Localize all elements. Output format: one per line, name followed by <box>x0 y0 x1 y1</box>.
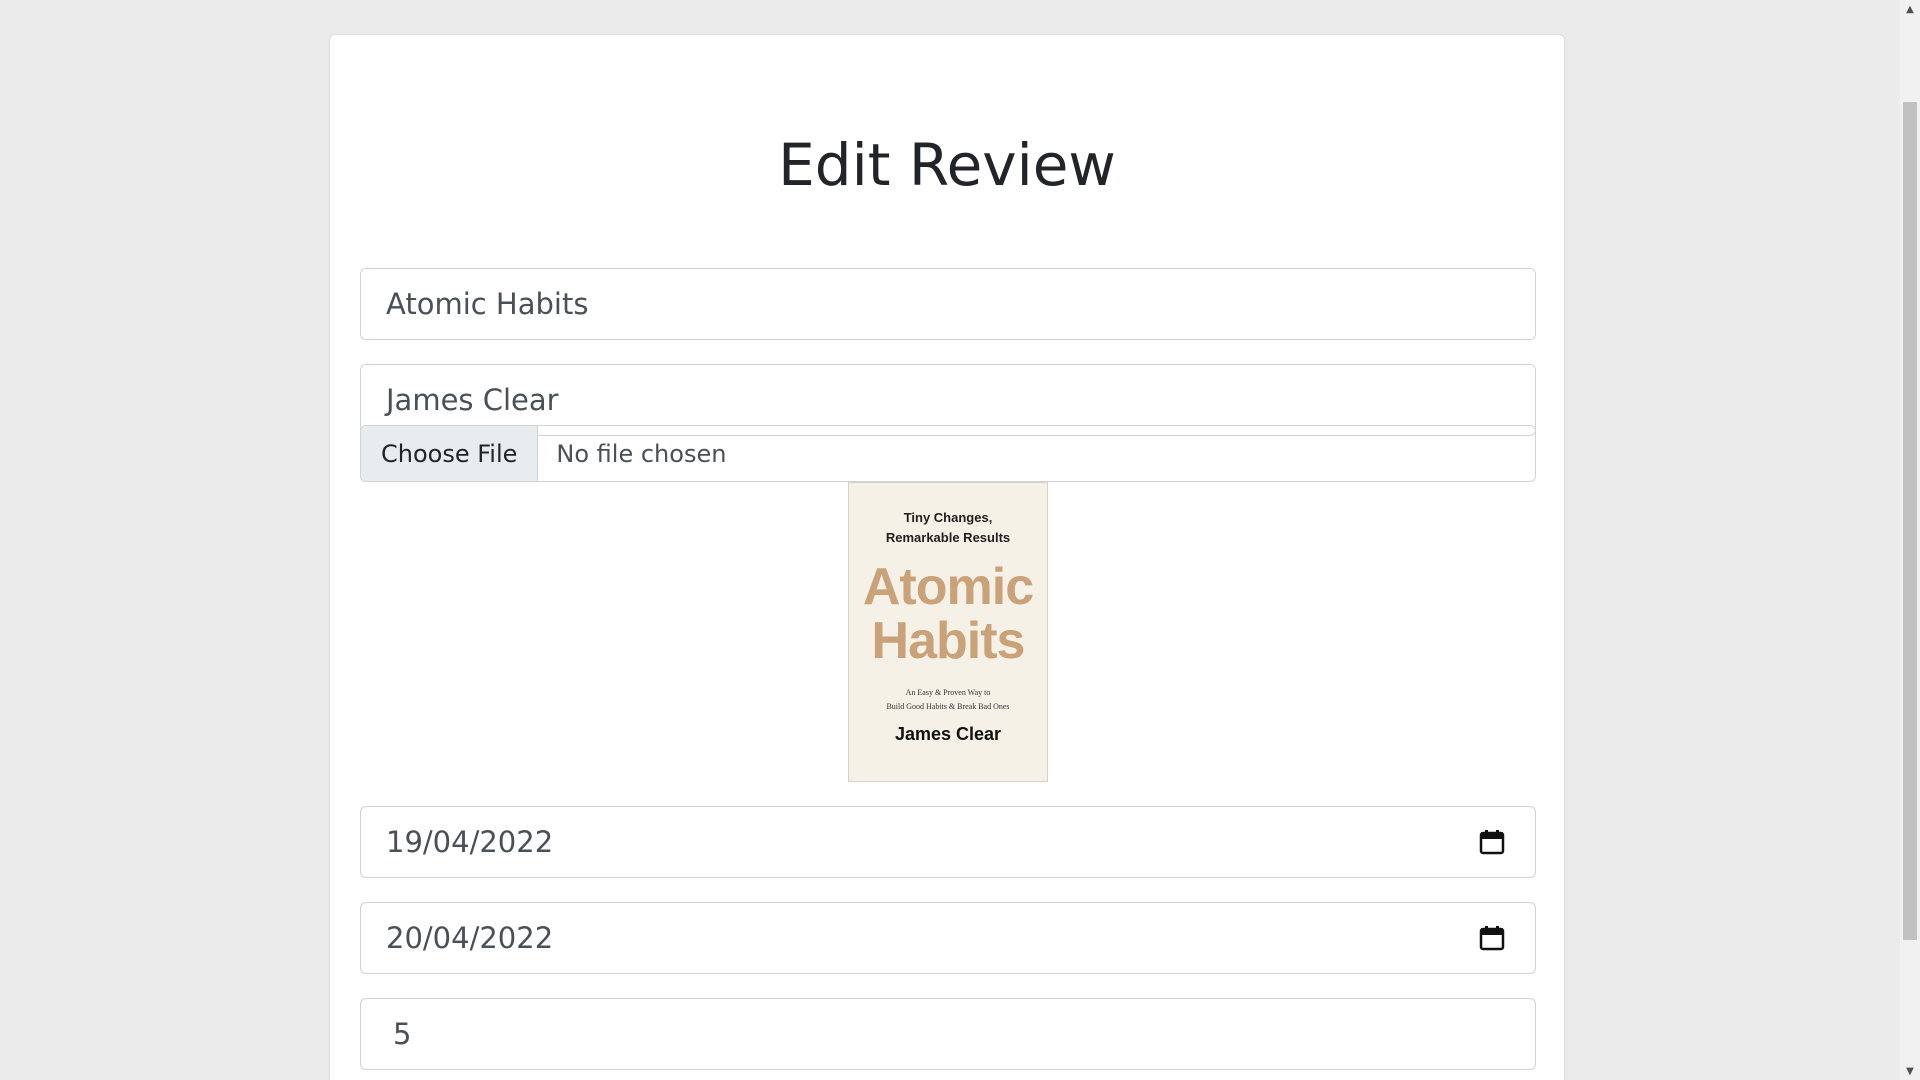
scroll-down-arrow-icon[interactable]: ▼ <box>1900 1062 1920 1080</box>
cover-title-line1: Atomic <box>862 558 1034 616</box>
viewport: Edit Review Atomic Habits James Clear Ch… <box>0 0 1920 1080</box>
start-date-input[interactable]: 19/04/2022 <box>360 806 1536 878</box>
calendar-icon[interactable] <box>1479 829 1505 855</box>
end-date-input[interactable]: 20/04/2022 <box>360 902 1536 974</box>
cover-title-line2: Habits <box>871 612 1026 670</box>
choose-file-button[interactable]: Choose File <box>361 426 539 481</box>
cover-file-input[interactable]: Choose File No file chosen <box>360 425 1536 482</box>
cover-tagline: Tiny Changes, Remarkable Results <box>849 508 1047 548</box>
book-title-input[interactable]: Atomic Habits <box>360 268 1536 340</box>
cover-subtitle-line2: Build Good Habits & Break Bad Ones <box>886 702 1010 711</box>
file-status-text: No file chosen <box>556 439 727 468</box>
book-title-value: Atomic Habits <box>386 287 589 321</box>
rating-input[interactable]: 5 <box>360 998 1536 1070</box>
page-title: Edit Review <box>778 131 1116 199</box>
cover-subtitle-line1: An Easy & Proven Way to <box>905 688 991 697</box>
rating-value: 5 <box>393 1017 412 1051</box>
start-date-value: 19/04/2022 <box>386 825 554 859</box>
author-value: James Clear <box>386 383 559 417</box>
vertical-scrollbar[interactable]: ▲ ▼ <box>1900 0 1920 1080</box>
calendar-icon[interactable] <box>1479 925 1505 951</box>
edit-review-card: Edit Review Atomic Habits James Clear Ch… <box>329 34 1565 1080</box>
cover-title: Atomic Habits <box>849 560 1047 668</box>
book-cover-image: Tiny Changes, Remarkable Results Atomic … <box>848 482 1048 782</box>
scroll-thumb[interactable] <box>1903 102 1917 940</box>
cover-tagline-line2: Remarkable Results <box>885 530 1011 545</box>
end-date-value: 20/04/2022 <box>386 921 554 955</box>
scroll-up-arrow-icon[interactable]: ▲ <box>1900 0 1920 18</box>
cover-tagline-line1: Tiny Changes, <box>903 510 993 525</box>
cover-subtitle: An Easy & Proven Way to Build Good Habit… <box>849 686 1047 714</box>
cover-author: James Clear <box>894 724 1002 744</box>
